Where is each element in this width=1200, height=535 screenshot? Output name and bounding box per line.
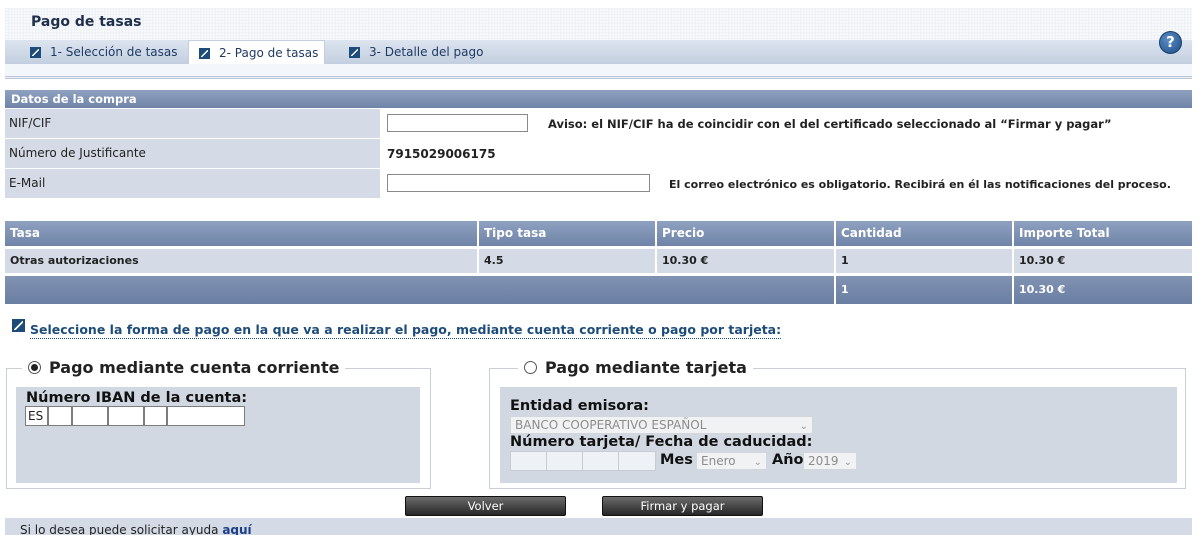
page-title: Pago de tasas bbox=[31, 14, 142, 30]
chevron-down-icon: ⌄ bbox=[753, 457, 762, 468]
help-icon[interactable]: ? bbox=[1159, 31, 1182, 54]
total-amount: 10.30 € bbox=[1014, 276, 1192, 304]
total-quantity: 1 bbox=[836, 276, 1012, 304]
iban-country-field[interactable]: ES bbox=[25, 406, 48, 426]
iban-entity-field[interactable] bbox=[72, 406, 108, 426]
section-title-datos-compra: Datos de la compra bbox=[5, 90, 1192, 108]
arrow-icon bbox=[12, 319, 25, 332]
email-label: E-Mail bbox=[5, 169, 380, 198]
help-footer-text: Si lo desea puede solicitar ayuda bbox=[20, 523, 223, 535]
month-label: Mes bbox=[660, 452, 693, 468]
account-payment-radio[interactable] bbox=[28, 360, 41, 374]
col-header-cantidad: Cantidad bbox=[836, 221, 1012, 246]
cell-precio: 10.30 € bbox=[657, 249, 834, 273]
tabs-bar bbox=[5, 40, 1192, 65]
col-header-tipo-tasa: Tipo tasa bbox=[479, 221, 655, 246]
nif-notice: Aviso: el NIF/CIF ha de coincidir con el… bbox=[548, 117, 1112, 131]
arrow-icon bbox=[349, 46, 360, 58]
year-label: Año bbox=[772, 452, 804, 468]
chevron-down-icon: ⌄ bbox=[843, 457, 852, 468]
chevron-down-icon: ⌄ bbox=[799, 421, 808, 432]
card-number-group bbox=[510, 451, 656, 471]
table-total-row: 1 10.30 € bbox=[5, 276, 1192, 304]
card-number-field-4[interactable] bbox=[618, 451, 656, 471]
card-payment-legend: Pago mediante tarjeta bbox=[518, 356, 753, 378]
cell-importe-total: 10.30 € bbox=[1014, 249, 1192, 273]
tab-label: 1- Selección de tasas bbox=[50, 45, 178, 59]
iban-office-field[interactable] bbox=[108, 406, 144, 426]
card-number-field-3[interactable] bbox=[582, 451, 619, 471]
justificante-value: 7915029006175 bbox=[387, 147, 496, 161]
total-spacer bbox=[5, 276, 834, 304]
tab-seleccion-tasas[interactable]: 1- Selección de tasas bbox=[30, 40, 178, 64]
arrow-icon bbox=[30, 46, 41, 58]
tab-detalle-pago[interactable]: 3- Detalle del pago bbox=[349, 40, 483, 64]
cell-tipo-tasa: 4.5 bbox=[479, 249, 655, 273]
back-button[interactable]: Volver bbox=[405, 496, 566, 516]
col-header-tasa: Tasa bbox=[5, 221, 477, 246]
col-header-importe-total: Importe Total bbox=[1014, 221, 1192, 246]
iban-dc-field[interactable] bbox=[144, 406, 167, 426]
nif-label: NIF/CIF bbox=[5, 109, 380, 138]
year-select[interactable]: 2019 ⌄ bbox=[803, 452, 857, 470]
nif-value-cell: Aviso: el NIF/CIF ha de coincidir con el… bbox=[382, 109, 1192, 138]
email-input[interactable] bbox=[387, 174, 650, 192]
justificante-row: Número de Justificante 7915029006175 bbox=[5, 139, 1192, 169]
issuer-value: BANCO COOPERATIVO ESPAÑOL bbox=[515, 418, 707, 432]
issuer-label: Entidad emisora: bbox=[510, 398, 649, 414]
year-value: 2019 bbox=[808, 454, 839, 468]
card-number-label: Número tarjeta/ Fecha de caducidad: bbox=[510, 434, 813, 450]
help-footer: Si lo desea puede solicitar ayuda aquí bbox=[5, 518, 1192, 535]
tab-pago-tasas[interactable]: 2- Pago de tasas bbox=[188, 40, 325, 65]
card-payment-title: Pago mediante tarjeta bbox=[545, 357, 747, 377]
iban-input-group: ES bbox=[25, 406, 245, 426]
iban-account-field[interactable] bbox=[167, 406, 245, 426]
issuer-select[interactable]: BANCO COOPERATIVO ESPAÑOL ⌄ bbox=[510, 416, 813, 434]
nif-input[interactable] bbox=[387, 114, 528, 132]
email-row: E-Mail El correo electrónico es obligato… bbox=[5, 169, 1192, 199]
account-payment-title: Pago mediante cuenta corriente bbox=[49, 357, 340, 377]
col-header-precio: Precio bbox=[657, 221, 834, 246]
month-select[interactable]: Enero ⌄ bbox=[696, 452, 767, 470]
card-number-field-1[interactable] bbox=[510, 451, 547, 471]
justificante-label: Número de Justificante bbox=[5, 139, 380, 168]
tab-label: 2- Pago de tasas bbox=[219, 46, 319, 60]
help-link[interactable]: aquí bbox=[222, 523, 251, 535]
email-notice: El correo electrónico es obligatorio. Re… bbox=[669, 178, 1171, 191]
card-payment-radio[interactable] bbox=[524, 360, 537, 374]
cell-cantidad: 1 bbox=[836, 249, 1012, 273]
arrow-icon bbox=[199, 47, 210, 59]
header-subline bbox=[5, 64, 1192, 77]
sign-pay-button[interactable]: Firmar y pagar bbox=[602, 496, 763, 516]
tab-label: 3- Detalle del pago bbox=[369, 45, 484, 59]
nif-row: NIF/CIF Aviso: el NIF/CIF ha de coincidi… bbox=[5, 109, 1192, 139]
email-value-cell: El correo electrónico es obligatorio. Re… bbox=[382, 169, 1192, 198]
payment-method-prompt: Seleccione la forma de pago en la que va… bbox=[30, 322, 782, 339]
justificante-value-cell: 7915029006175 bbox=[382, 139, 1192, 168]
table-row: Otras autorizaciones 4.5 10.30 € 1 10.30… bbox=[5, 249, 1192, 273]
month-value: Enero bbox=[701, 454, 736, 468]
card-number-field-2[interactable] bbox=[546, 451, 583, 471]
fees-table-header: Tasa Tipo tasa Precio Cantidad Importe T… bbox=[5, 221, 1192, 246]
iban-check-field[interactable] bbox=[48, 406, 72, 426]
iban-label: Número IBAN de la cuenta: bbox=[26, 390, 248, 406]
account-payment-legend: Pago mediante cuenta corriente bbox=[22, 356, 346, 378]
cell-tasa: Otras autorizaciones bbox=[5, 249, 477, 273]
